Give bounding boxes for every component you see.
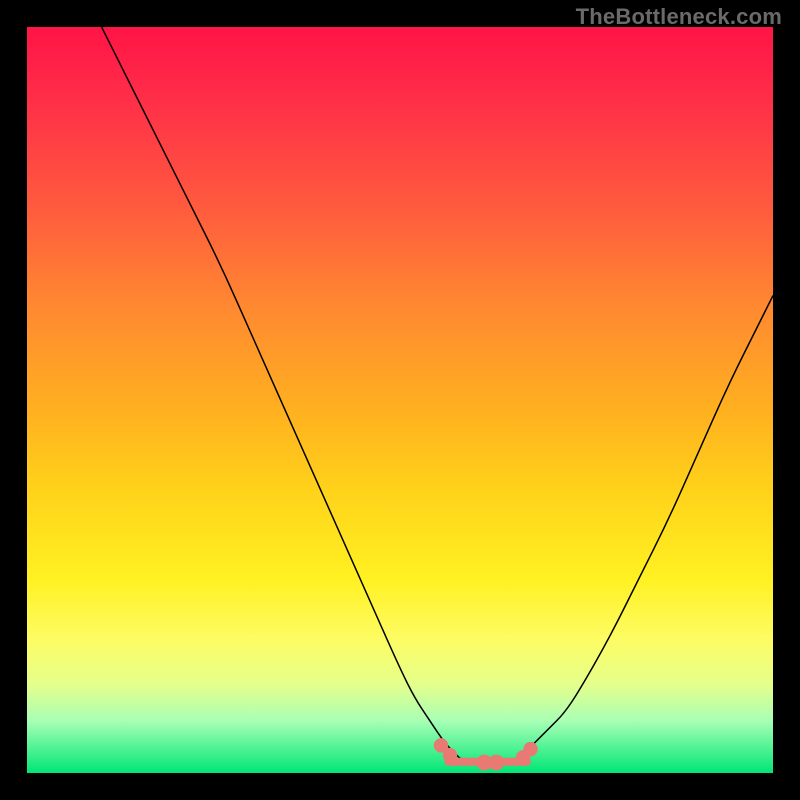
watermark-text: TheBottleneck.com: [576, 4, 782, 30]
chart-frame: TheBottleneck.com: [0, 0, 800, 800]
chart-gradient-background: [27, 27, 773, 773]
